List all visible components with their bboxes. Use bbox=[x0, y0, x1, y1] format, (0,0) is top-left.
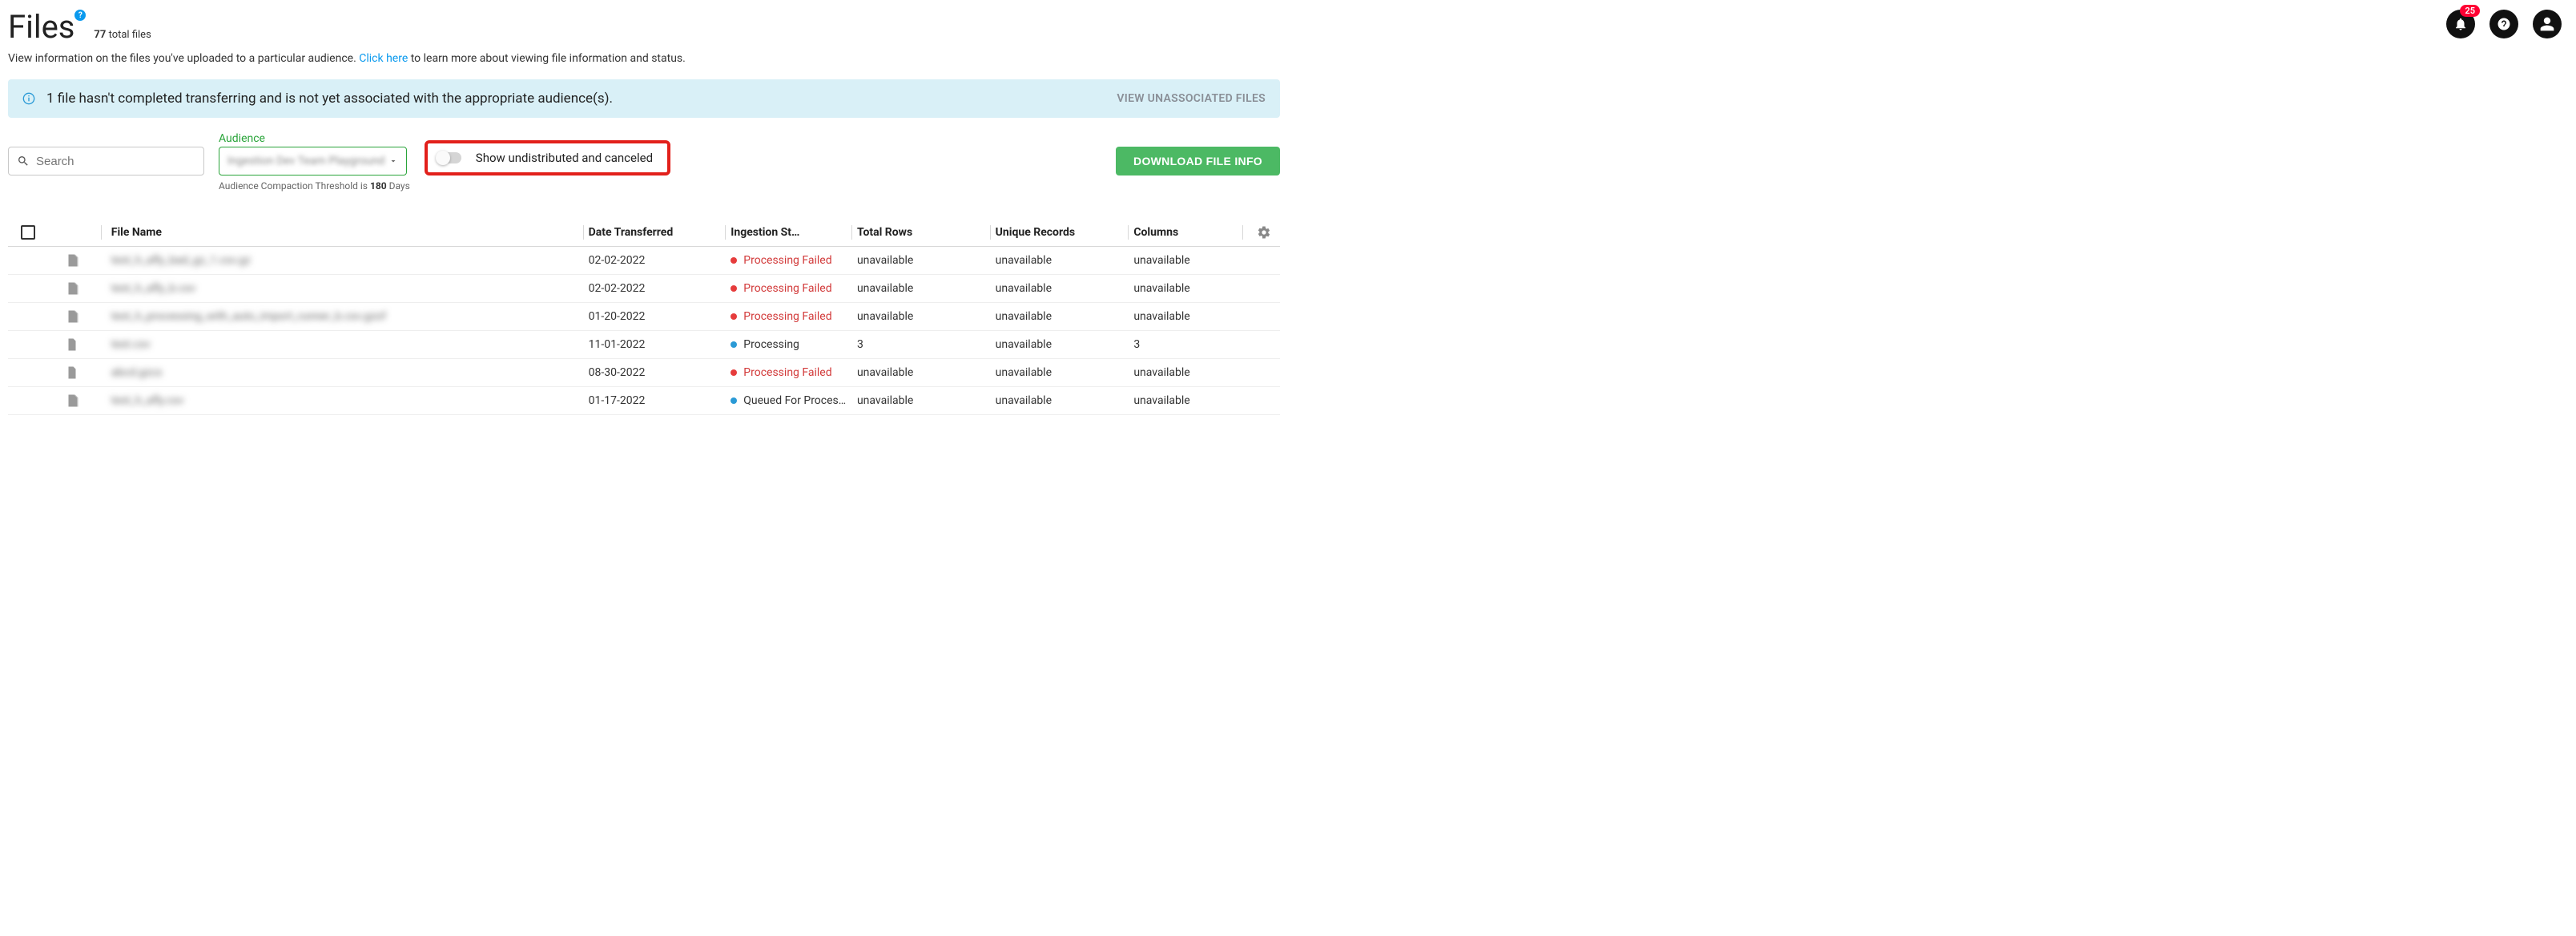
toggle-highlight-box: Show undistributed and canceled bbox=[425, 140, 670, 176]
columns-count: unavailable bbox=[1133, 394, 1238, 407]
bell-icon bbox=[2453, 17, 2468, 31]
learn-more-link[interactable]: Click here bbox=[359, 52, 408, 65]
account-button[interactable] bbox=[2533, 10, 2562, 38]
file-name: test_h_afly.csv bbox=[111, 394, 184, 407]
ingestion-status: Queued For Processing bbox=[731, 394, 847, 407]
columns-count: unavailable bbox=[1133, 366, 1238, 379]
date-transferred: 02-02-2022 bbox=[589, 282, 721, 295]
columns-count: unavailable bbox=[1133, 254, 1238, 267]
columns-count: 3 bbox=[1133, 338, 1238, 351]
page-description: View information on the files you've upl… bbox=[8, 52, 1280, 65]
unique-records: unavailable bbox=[996, 366, 1124, 379]
status-dot-icon bbox=[731, 369, 737, 376]
ingestion-status: Processing Failed bbox=[731, 310, 847, 323]
search-input[interactable] bbox=[36, 155, 195, 168]
total-files-count: 77 total files bbox=[94, 29, 151, 41]
help-button[interactable] bbox=[2489, 10, 2518, 38]
table-header: File Name Date Transferred Ingestion St…… bbox=[8, 219, 1280, 247]
info-banner-message: 1 file hasn't completed transferring and… bbox=[46, 91, 1105, 107]
col-header-filename[interactable]: File Name bbox=[107, 226, 578, 239]
unique-records: unavailable bbox=[996, 394, 1124, 407]
file-icon bbox=[48, 365, 96, 380]
audience-selected-value: Ingestion Dev Team Playground bbox=[227, 155, 384, 167]
unique-records: unavailable bbox=[996, 282, 1124, 295]
total-rows: unavailable bbox=[857, 366, 985, 379]
status-dot-icon bbox=[731, 397, 737, 404]
ingestion-status: Processing Failed bbox=[731, 366, 847, 379]
notifications-button[interactable]: 25 bbox=[2446, 10, 2475, 38]
file-icon bbox=[48, 281, 96, 296]
status-dot-icon bbox=[731, 257, 737, 264]
file-name: test_h_processing_with_auto_import_runne… bbox=[111, 310, 386, 323]
show-undistributed-toggle[interactable] bbox=[437, 152, 461, 163]
table-row[interactable]: test_h_afly_b.csv 02-02-2022 Processing Fa… bbox=[8, 275, 1280, 303]
total-rows: unavailable bbox=[857, 254, 985, 267]
table-row[interactable]: test_h_processing_with_auto_import_runne… bbox=[8, 303, 1280, 331]
total-rows: 3 bbox=[857, 338, 985, 351]
ingestion-status: Processing Failed bbox=[731, 254, 847, 267]
col-header-date[interactable]: Date Transferred bbox=[589, 226, 721, 239]
table-row[interactable]: test_h_afly_bad_gz_1.csv.gz 02-02-2022 Pro… bbox=[8, 247, 1280, 275]
view-unassociated-link[interactable]: VIEW UNASSOCIATED FILES bbox=[1117, 92, 1266, 105]
col-header-total[interactable]: Total Rows bbox=[857, 226, 985, 239]
file-name: test_h_afly_b.csv bbox=[111, 282, 196, 295]
file-name: test_h_afly_bad_gz_1.csv.gz bbox=[111, 254, 251, 267]
total-rows: unavailable bbox=[857, 394, 985, 407]
user-icon bbox=[2539, 16, 2555, 32]
table-row[interactable]: test.csv 11-01-2022 Processing 3 unavailable… bbox=[8, 331, 1280, 359]
audience-label: Audience bbox=[219, 132, 410, 145]
file-name: test.csv bbox=[111, 338, 151, 351]
audience-hint: Audience Compaction Threshold is 180 Day… bbox=[219, 180, 410, 192]
search-icon bbox=[17, 155, 30, 167]
unique-records: unavailable bbox=[996, 310, 1124, 323]
ingestion-status: Processing Failed bbox=[731, 282, 847, 295]
file-icon bbox=[48, 253, 96, 268]
file-icon bbox=[48, 337, 96, 352]
col-header-status[interactable]: Ingestion St… bbox=[731, 226, 847, 239]
columns-count: unavailable bbox=[1133, 310, 1238, 323]
date-transferred: 01-17-2022 bbox=[589, 394, 721, 407]
info-banner: 1 file hasn't completed transferring and… bbox=[8, 79, 1280, 118]
select-all-checkbox[interactable] bbox=[21, 225, 35, 240]
table-row[interactable]: abcd.gzcs 08-30-2022 Processing Failed unav… bbox=[8, 359, 1280, 387]
page-title: Files ? bbox=[8, 8, 74, 46]
date-transferred: 01-20-2022 bbox=[589, 310, 721, 323]
date-transferred: 11-01-2022 bbox=[589, 338, 721, 351]
unique-records: unavailable bbox=[996, 254, 1124, 267]
col-header-columns[interactable]: Columns bbox=[1133, 226, 1238, 239]
audience-select[interactable]: Ingestion Dev Team Playground bbox=[219, 147, 407, 176]
total-rows: unavailable bbox=[857, 282, 985, 295]
date-transferred: 02-02-2022 bbox=[589, 254, 721, 267]
total-rows: unavailable bbox=[857, 310, 985, 323]
ingestion-status: Processing bbox=[731, 338, 847, 351]
unique-records: unavailable bbox=[996, 338, 1124, 351]
file-icon bbox=[48, 309, 96, 324]
gear-icon bbox=[1257, 225, 1271, 240]
chevron-down-icon bbox=[388, 156, 398, 166]
col-header-unique[interactable]: Unique Records bbox=[996, 226, 1124, 239]
question-icon bbox=[2497, 17, 2511, 31]
info-icon bbox=[22, 92, 35, 105]
help-badge-icon[interactable]: ? bbox=[74, 10, 86, 21]
search-input-wrapper[interactable] bbox=[8, 147, 204, 176]
status-dot-icon bbox=[731, 285, 737, 292]
date-transferred: 08-30-2022 bbox=[589, 366, 721, 379]
file-icon bbox=[48, 393, 96, 408]
notifications-badge: 25 bbox=[2460, 5, 2480, 17]
download-file-info-button[interactable]: DOWNLOAD FILE INFO bbox=[1116, 147, 1280, 176]
status-dot-icon bbox=[731, 341, 737, 348]
table-settings-button[interactable] bbox=[1248, 225, 1280, 240]
file-name: abcd.gzcs bbox=[111, 366, 163, 379]
status-dot-icon bbox=[731, 313, 737, 320]
toggle-label: Show undistributed and canceled bbox=[476, 151, 653, 165]
columns-count: unavailable bbox=[1133, 282, 1238, 295]
table-row[interactable]: test_h_afly.csv 01-17-2022 Queued For Proc… bbox=[8, 387, 1280, 415]
